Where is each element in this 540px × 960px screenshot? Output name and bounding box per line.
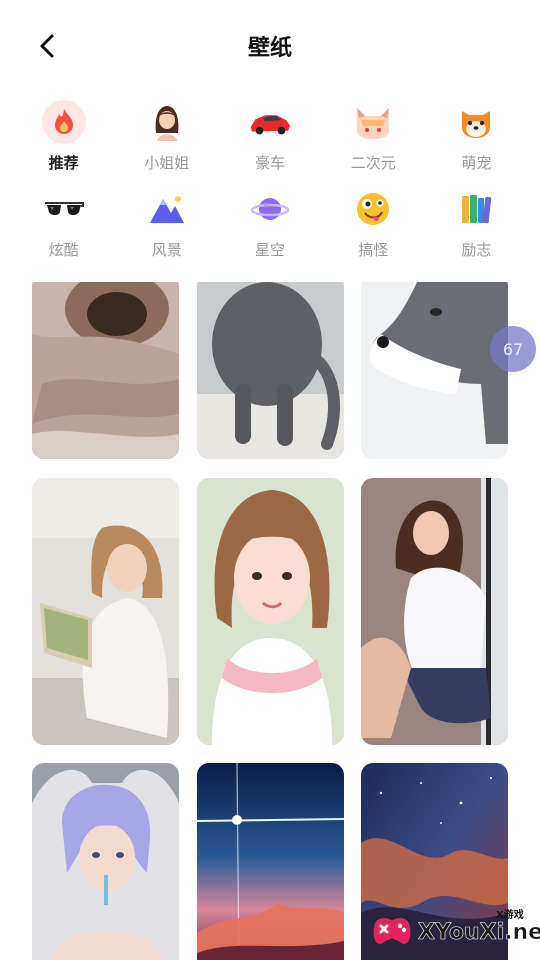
watermark-small-text: X游戏	[496, 910, 524, 921]
wallpaper-grid	[32, 282, 508, 960]
category-pets[interactable]: 萌宠	[425, 100, 528, 187]
category-label: 豪车	[255, 154, 286, 172]
girl-icon	[145, 100, 189, 144]
category-funny[interactable]: 搞怪	[322, 187, 425, 274]
wallpaper-girl-sailor[interactable]	[197, 478, 344, 745]
anime-cat-icon	[351, 100, 395, 144]
category-row: 推荐 小姐姐 豪车 二次元 萌宠	[12, 100, 528, 187]
floating-counter-badge[interactable]: 67	[490, 326, 536, 372]
page-title: 壁纸	[247, 36, 292, 61]
category-inspire[interactable]: 励志	[425, 187, 528, 274]
mountain-icon	[145, 187, 189, 231]
category-label: 萌宠	[461, 154, 492, 172]
category-cool[interactable]: 炫酷	[12, 187, 115, 274]
header: 壁纸	[0, 0, 540, 92]
category-anime[interactable]: 二次元	[322, 100, 425, 187]
category-starry[interactable]: 星空	[218, 187, 321, 274]
wallpaper-girl-reading[interactable]	[32, 478, 179, 745]
flame-icon	[41, 100, 86, 144]
watermark: X游戏 XYouXi.net	[368, 900, 540, 956]
category-label: 炫酷	[48, 241, 79, 259]
category-cars[interactable]: 豪车	[218, 100, 321, 187]
category-row: 炫酷 风景 星空 搞怪 励志	[12, 187, 528, 274]
category-grid: 推荐 小姐姐 豪车 二次元 萌宠 炫酷 风景 星空 搞怪 励志	[12, 100, 528, 274]
wallpaper-pug[interactable]	[32, 282, 179, 459]
wallpaper-cosplay[interactable]	[32, 763, 179, 960]
wallpaper-sky-beam[interactable]	[197, 763, 344, 960]
wallpaper-grey-cat[interactable]	[197, 282, 344, 459]
silly-face-icon	[351, 187, 395, 231]
category-girls[interactable]: 小姐姐	[115, 100, 218, 187]
category-label: 小姐姐	[144, 154, 190, 172]
category-label: 励志	[461, 241, 492, 259]
category-label: 二次元	[350, 154, 396, 172]
category-label: 搞怪	[358, 241, 389, 259]
gamepad-logo-icon	[373, 918, 411, 945]
wallpaper-husky[interactable]	[361, 282, 508, 459]
sunglasses-icon	[42, 187, 86, 231]
category-scenery[interactable]: 风景	[115, 187, 218, 274]
category-label: 星空	[255, 241, 286, 259]
watermark-text: XYouXi.net	[418, 920, 540, 946]
category-label: 推荐	[48, 154, 79, 172]
wallpaper-girl-window[interactable]	[361, 478, 508, 745]
car-icon	[248, 100, 292, 144]
books-icon	[454, 187, 498, 231]
shiba-icon	[454, 100, 498, 144]
planet-icon	[248, 187, 292, 231]
category-recommend[interactable]: 推荐	[12, 100, 115, 187]
category-label: 风景	[151, 241, 182, 259]
